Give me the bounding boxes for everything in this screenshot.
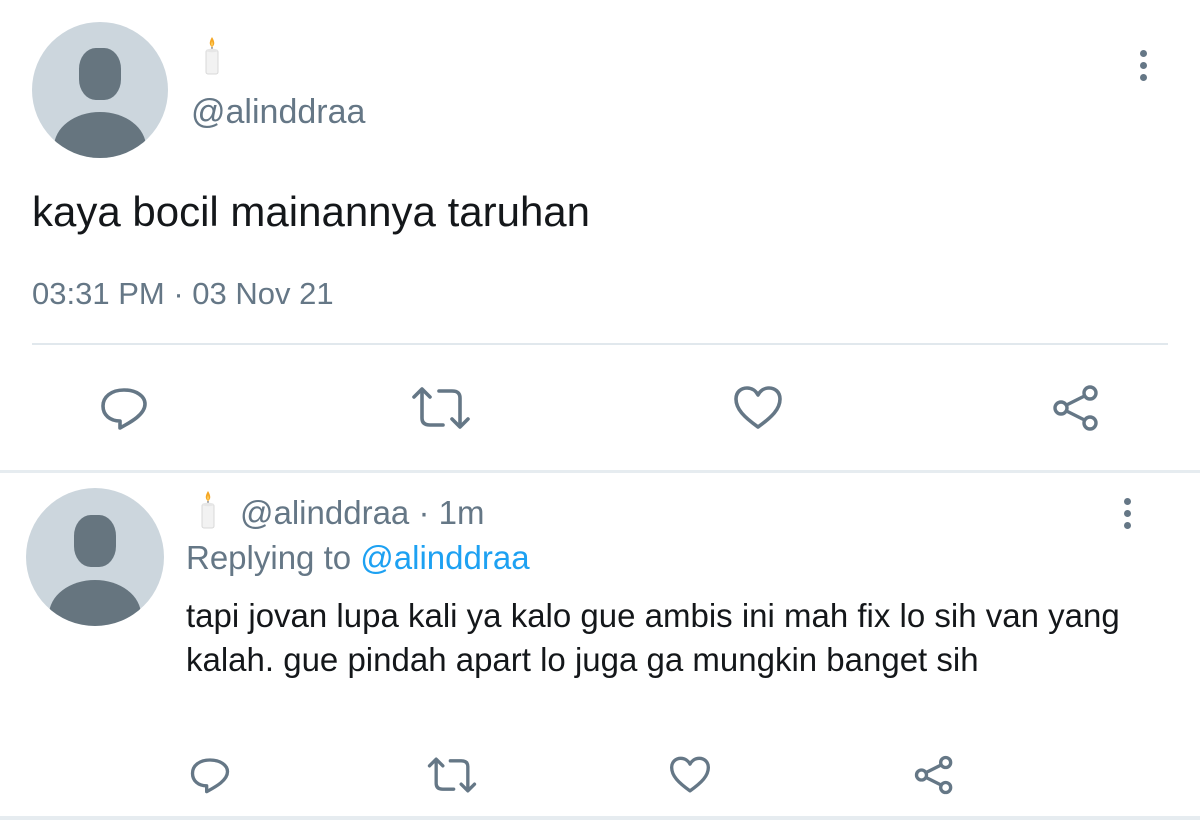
avatar-head [79,48,121,100]
avatar-body [54,112,146,158]
retweet-icon [412,387,470,429]
avatar[interactable] [32,22,168,158]
more-vertical-icon[interactable] [1122,496,1132,532]
reply-header: @alinddraa · 1m [240,492,484,534]
main-tweet: @alinddraa kaya bocil mainannya taruhan … [0,0,1200,472]
candle-icon [201,491,215,529]
retweet-icon [427,757,477,793]
meta-separator: · [173,276,184,311]
share-icon [914,755,953,795]
share-button[interactable] [910,753,958,797]
avatar-head [74,515,116,567]
tweet-date: 03 Nov 21 [192,276,334,311]
username-handle[interactable]: @alinddraa [191,90,365,134]
reply-button[interactable] [186,753,234,797]
replying-to-link[interactable]: @alinddraa [360,539,529,576]
tweet-age: 1m [438,494,485,531]
tweet-text: tapi jovan lupa kali ya kalo gue ambis i… [186,597,1120,678]
like-button[interactable] [666,753,714,797]
more-vertical-icon[interactable] [1138,48,1148,84]
reply-icon [190,758,230,794]
like-button[interactable] [730,383,786,433]
divider [0,470,1200,473]
reply-icon [101,388,147,430]
avatar[interactable] [26,488,164,626]
tweet-text: kaya bocil mainannya taruhan [32,188,591,235]
retweet-button[interactable] [424,753,480,797]
divider [32,343,1168,345]
share-button[interactable] [1048,383,1104,433]
heart-icon [734,386,782,429]
meta-separator: · [418,494,430,531]
reply-button[interactable] [96,383,152,433]
heart-icon [670,756,710,793]
tweet-time: 03:31 PM [32,276,165,311]
divider [0,816,1200,820]
candle-icon [205,37,219,75]
replying-to: Replying to @alinddraa [186,537,530,579]
share-icon [1053,385,1098,431]
username-handle[interactable]: @alinddraa [240,494,409,531]
replying-prefix: Replying to [186,539,352,576]
tweet-timestamp: 03:31 PM · 03 Nov 21 [32,274,334,314]
retweet-button[interactable] [408,383,474,433]
avatar-body [49,580,141,626]
